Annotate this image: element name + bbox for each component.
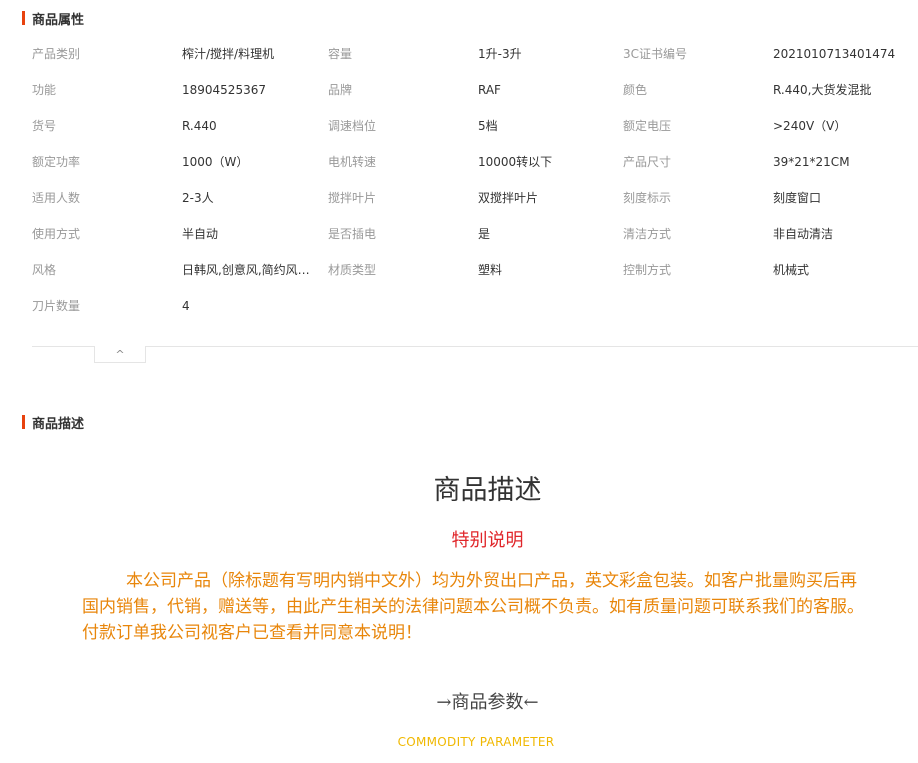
- attribute-value: 塑料: [478, 263, 503, 277]
- attribute-label: 额定功率: [32, 155, 81, 169]
- attribute-label: 清洁方式: [623, 227, 672, 241]
- attribute-value: RAF: [478, 83, 501, 97]
- description-heading: 商品描述: [433, 475, 542, 506]
- attribute-value: 是: [478, 227, 491, 241]
- attribute-label: 适用人数: [32, 191, 81, 205]
- description-section-title: 商品描述: [22, 414, 85, 432]
- attributes-section-title: 商品属性: [22, 10, 85, 28]
- commodity-parameter-heading: →商品参数←: [436, 692, 539, 713]
- attribute-label: 产品类别: [32, 47, 81, 61]
- attribute-label: 电机转速: [328, 155, 377, 169]
- special-notice-title: 特别说明: [451, 530, 524, 551]
- attribute-label: 搅拌叶片: [328, 191, 377, 205]
- attribute-value: 双搅拌叶片: [478, 191, 539, 205]
- attribute-value: 39*21*21CM: [773, 155, 850, 169]
- attribute-value: 半自动: [182, 227, 219, 241]
- attribute-label: 容量: [328, 47, 353, 61]
- attribute-value: R.440: [182, 119, 217, 133]
- attribute-label: 品牌: [328, 83, 353, 97]
- attribute-value: 10000转以下: [478, 155, 553, 169]
- attribute-value: 4: [182, 299, 190, 313]
- attribute-value: 日韩风,创意风,简约风,...: [182, 263, 312, 277]
- attribute-label: 控制方式: [623, 263, 672, 277]
- attribute-label: 颜色: [623, 83, 648, 97]
- collapse-attributes-button[interactable]: ^: [94, 346, 146, 363]
- attribute-label: 使用方式: [32, 227, 81, 241]
- attribute-value: 非自动清洁: [773, 227, 834, 241]
- attribute-label: 是否插电: [328, 227, 377, 241]
- attribute-row: 适用人数 2-3人 搅拌叶片 双搅拌叶片 刻度标示 刻度窗口: [0, 180, 918, 216]
- attribute-value: 5档: [478, 119, 498, 133]
- attribute-label: 功能: [32, 83, 57, 97]
- attribute-row: 功能 18904525367 品牌 RAF 颜色 R.440,大货发混批: [0, 72, 918, 108]
- attribute-label: 额定电压: [623, 119, 672, 133]
- attribute-value: 2-3人: [182, 191, 214, 205]
- attribute-row: 刀片数量 4: [0, 288, 918, 324]
- attribute-value: >240V（V）: [773, 119, 847, 133]
- attribute-value: 18904525367: [182, 83, 266, 97]
- attribute-row: 风格 日韩风,创意风,简约风,... 材质类型 塑料 控制方式 机械式: [0, 252, 918, 288]
- section-accent-bar: [22, 11, 25, 25]
- attribute-label: 材质类型: [328, 263, 377, 277]
- attribute-label: 风格: [32, 263, 57, 277]
- attributes-divider: [32, 346, 918, 347]
- attribute-value: 机械式: [773, 263, 810, 277]
- attribute-row: 产品类别 榨汁/搅拌/料理机 容量 1升-3升 3C证书编号 20210107134014…: [0, 36, 918, 72]
- attribute-value: R.440,大货发混批: [773, 83, 872, 97]
- attribute-label: 调速档位: [328, 119, 377, 133]
- special-notice-text: 本公司产品（除标题有写明内销中文外）均为外贸出口产品，英文彩盒包装。如客户批量购…: [82, 571, 864, 643]
- attribute-label: 货号: [32, 119, 57, 133]
- section-accent-bar: [22, 415, 25, 429]
- attribute-label: 刀片数量: [32, 299, 81, 313]
- attribute-row: 使用方式 半自动 是否插电 是 清洁方式 非自动清洁: [0, 216, 918, 252]
- description-title-text: 商品描述: [32, 416, 85, 432]
- attribute-value: 榨汁/搅拌/料理机: [182, 47, 275, 61]
- attribute-label: 产品尺寸: [623, 155, 672, 169]
- attributes-title-text: 商品属性: [32, 12, 85, 28]
- attribute-value: 1升-3升: [478, 47, 522, 61]
- attribute-value: 刻度窗口: [773, 191, 822, 205]
- chevron-up-icon: ^: [115, 347, 125, 361]
- attribute-value: 2021010713401474: [773, 47, 896, 61]
- commodity-parameter-subtitle: COMMODITY PARAMETER: [397, 735, 555, 749]
- attribute-row: 货号 R.440 调速档位 5档 额定电压 >240V（V）: [0, 108, 918, 144]
- attributes-table: 产品类别 榨汁/搅拌/料理机 容量 1升-3升 3C证书编号 20210107134014…: [0, 36, 918, 324]
- attribute-label: 刻度标示: [623, 191, 672, 205]
- attribute-label: 3C证书编号: [623, 47, 688, 61]
- attribute-value: 1000（W）: [182, 155, 249, 169]
- attribute-row: 额定功率 1000（W） 电机转速 10000转以下 产品尺寸 39*21*21CM: [0, 144, 918, 180]
